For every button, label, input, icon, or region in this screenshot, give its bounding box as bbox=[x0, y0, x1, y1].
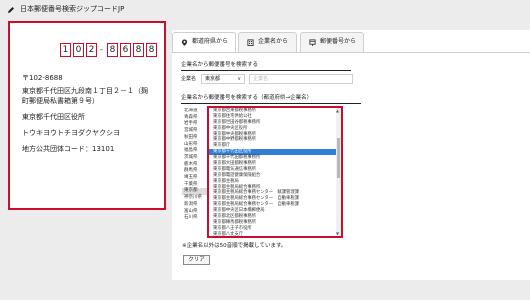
company-field-label: 企業名 bbox=[181, 76, 197, 82]
postal-digit: 0 bbox=[73, 43, 84, 57]
postal-code-text: 〒102-8688 bbox=[22, 74, 63, 82]
address-line-1: 東京都千代田区九段南１丁目２－１（麹 bbox=[22, 87, 148, 95]
prefecture-list[interactable]: 北海道 青森県 岩手県 宮城県 秋田県 山形県 福島県 茨城県 栃木県 群馬県 埼玉県 千葉県 東京都神… bbox=[182, 108, 207, 239]
tab-postal-code[interactable]: 郵便番号から bbox=[300, 32, 364, 52]
tab-label: 企業名から bbox=[258, 38, 289, 45]
prefecture-select[interactable]: 東京都 ∨ bbox=[201, 74, 245, 84]
postal-digit: 8 bbox=[107, 43, 118, 57]
prefecture-option[interactable]: 茨城県 bbox=[182, 155, 207, 162]
mailbox-icon bbox=[309, 39, 316, 46]
postal-digit: 1 bbox=[60, 43, 71, 57]
office-list[interactable]: 東京都台東都税事務所 東京都住宅供給公社 東京都世田谷都税事務所 東京都中央区役所 東京… bbox=[207, 106, 343, 238]
office-name: 東京都千代田区役所 bbox=[22, 113, 85, 121]
chevron-down-icon: ∨ bbox=[237, 76, 241, 82]
office-list-scrollbar[interactable]: ▲ ▼ bbox=[336, 108, 341, 236]
company-name-input[interactable] bbox=[249, 74, 353, 84]
tab-divider bbox=[172, 52, 530, 53]
prefecture-option[interactable]: 北海道 bbox=[182, 108, 207, 115]
prefecture-option[interactable]: 石川県 bbox=[182, 215, 207, 222]
tab-label: 都道府県から bbox=[192, 38, 229, 45]
tab-company[interactable]: 企業名から bbox=[238, 32, 297, 52]
address-line-2: 町郵便局私書箱第９号） bbox=[22, 97, 99, 105]
pref-search-heading: 企業名から郵便番号を検索する（都道府県→企業名） bbox=[181, 95, 313, 101]
postal-digit: 6 bbox=[120, 43, 131, 57]
scroll-thumb[interactable] bbox=[337, 138, 340, 178]
building-icon bbox=[247, 39, 254, 46]
name-search-heading: 企業名から郵便番号を検索する bbox=[181, 62, 259, 68]
prefecture-option[interactable]: 宮城県 bbox=[182, 128, 207, 135]
postal-digit: 2 bbox=[86, 43, 97, 57]
prefecture-option[interactable]: 埼玉県 bbox=[182, 175, 207, 182]
heading-underline bbox=[181, 70, 351, 71]
scroll-down-icon[interactable]: ▼ bbox=[336, 231, 339, 236]
tab-prefecture[interactable]: 都道府県から bbox=[172, 32, 236, 53]
site-title[interactable]: 日本郵便番号検索ジップコードJP bbox=[20, 5, 124, 14]
prefecture-select-value: 東京都 bbox=[205, 76, 221, 82]
prefecture-option[interactable]: 秋田県 bbox=[182, 135, 207, 142]
scroll-up-icon[interactable]: ▲ bbox=[336, 108, 339, 113]
prefecture-option[interactable]: 神奈川県 bbox=[182, 195, 207, 202]
prefecture-option[interactable]: 福島県 bbox=[182, 148, 207, 155]
clear-button[interactable]: クリア bbox=[183, 255, 210, 265]
tab-label: 郵便番号から bbox=[320, 38, 357, 45]
result-card: 1 0 2 - 8 6 8 8 〒102-8688 東京都千代田区九段南１丁目２… bbox=[8, 21, 166, 210]
prefecture-option[interactable]: 新潟県 bbox=[182, 202, 207, 209]
local-gov-code: 地方公共団体コード：13101 bbox=[22, 145, 115, 153]
office-kana: トウキヨウトチヨダクヤクシヨ bbox=[22, 129, 120, 137]
postal-dash: - bbox=[100, 45, 103, 54]
office-items: 東京都台東都税事務所 東京都住宅供給公社 東京都世田谷都税事務所 東京都中央区役所 東京… bbox=[209, 108, 341, 236]
heading-underline bbox=[181, 103, 361, 104]
postal-digit: 8 bbox=[146, 43, 157, 57]
postal-digit: 8 bbox=[133, 43, 144, 57]
pencil-icon bbox=[8, 7, 14, 13]
header: 日本郵便番号検索ジップコードJP bbox=[0, 0, 530, 20]
map-pin-icon bbox=[181, 39, 188, 46]
sort-note: ※企業名以外は50音順で掲載しています。 bbox=[182, 243, 287, 249]
